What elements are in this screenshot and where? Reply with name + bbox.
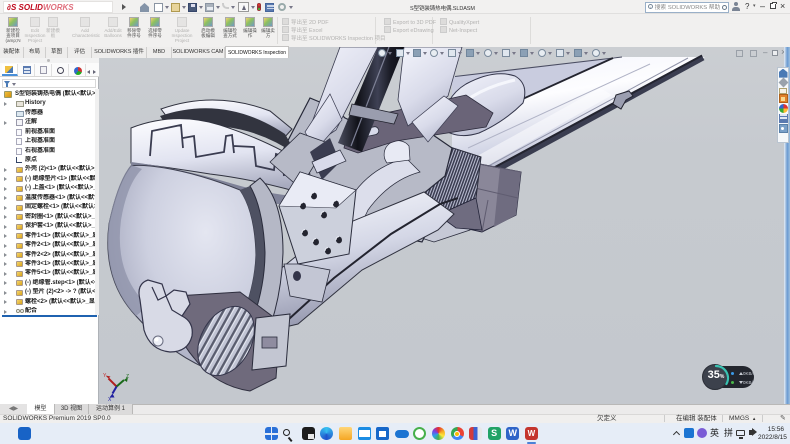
svg-text:Z: Z [126,374,129,380]
svg-text:X: X [108,397,112,403]
